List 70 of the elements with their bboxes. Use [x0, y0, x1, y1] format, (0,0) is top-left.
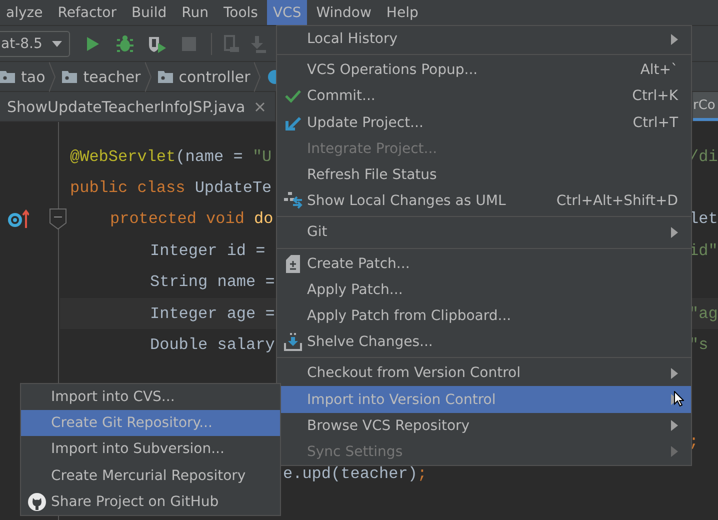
close-icon[interactable]: [255, 102, 266, 112]
menu-item[interactable]: Create Mercurial Repository: [21, 462, 280, 489]
code-fragment: let: [689, 210, 718, 228]
breadcrumb-item[interactable]: controller: [158, 68, 254, 86]
shortcut-label: Alt+`: [640, 62, 678, 78]
menu-item[interactable]: Share Project on GitHub: [21, 488, 280, 515]
menu-bar-item[interactable]: Help: [380, 0, 424, 25]
document-plus-icon: [286, 254, 300, 273]
code-line: e.upd(teacher);: [283, 464, 428, 483]
menu-item[interactable]: Create Patch...: [277, 250, 691, 277]
chevron-icon: [49, 62, 56, 92]
breadcrumb-item[interactable]: teacher: [62, 68, 145, 86]
menu-item[interactable]: Shelve Changes...: [277, 329, 691, 356]
diagonal-arrow-icon: [285, 114, 301, 131]
chevron-icon: [254, 62, 262, 92]
menu-item[interactable]: Browse VCS Repository: [277, 412, 691, 439]
chevron-icon: [144, 62, 152, 92]
menu-item[interactable]: Show Local Changes as UML Ctrl+Alt+Shift+D: [277, 188, 691, 214]
folder-icon: [158, 70, 173, 82]
menu-bar-item[interactable]: alyze: [0, 0, 49, 25]
menu-item[interactable]: Local History: [277, 26, 691, 52]
submenu-arrow-icon: [671, 226, 678, 238]
menu-bar-item[interactable]: Build: [125, 0, 173, 25]
menu-item[interactable]: Apply Patch from Clipboard...: [277, 302, 691, 330]
menu-bar-item[interactable]: Tools: [217, 0, 264, 25]
menu-item[interactable]: Import into CVS...: [21, 384, 280, 410]
menu-item[interactable]: Commit... Ctrl+K: [277, 83, 691, 110]
shortcut-label: Ctrl+K: [632, 88, 678, 104]
menu-item[interactable]: Update Project... Ctrl+T: [277, 110, 691, 136]
breadcrumb-item[interactable]: tao: [0, 68, 50, 86]
code-line: String name =: [150, 273, 275, 292]
menu-item[interactable]: Refresh File Status: [277, 162, 691, 188]
code-line: protected void do: [110, 210, 274, 228]
run-icon[interactable]: [86, 36, 100, 52]
menu-item[interactable]: Checkout from Version Control: [277, 360, 691, 386]
submenu-arrow-icon: [671, 420, 678, 432]
editor-tab[interactable]: rCo: [693, 92, 718, 121]
submenu-arrow-icon: [671, 446, 678, 458]
tray-download-icon: [284, 333, 302, 352]
code-fragment: "ag: [689, 304, 718, 323]
code-line: Double salary: [150, 336, 275, 354]
submenu-arrow-icon: [671, 368, 678, 379]
mouse-pointer-icon: [674, 391, 684, 407]
menu-item[interactable]: VCS Operations Popup... Alt+`: [277, 57, 691, 84]
cat-logo-icon: [28, 492, 46, 511]
shortcut-label: Ctrl+Alt+Shift+D: [556, 193, 678, 210]
bug-icon[interactable]: [116, 34, 134, 52]
code-fragment: /di: [689, 148, 718, 166]
menu-item[interactable]: Git: [277, 219, 691, 246]
menu-bar-item[interactable]: Refactor: [52, 0, 122, 25]
submenu-arrow-icon: [671, 34, 678, 45]
code-line: public class UpdateTe: [70, 179, 272, 198]
menu-bar-item[interactable]: Run: [176, 0, 214, 25]
circle-up-arrow-icon[interactable]: [7, 208, 29, 229]
fold-marker-icon[interactable]: [49, 208, 67, 230]
check-icon: [285, 89, 301, 104]
shield-play-icon[interactable]: [147, 34, 168, 52]
folder-icon: [62, 70, 78, 82]
caret-icon: [52, 40, 62, 46]
shortcut-label: Ctrl+T: [632, 114, 678, 131]
menu-item[interactable]: Import into Subversion...: [21, 436, 280, 463]
code-line: Integer age =: [150, 304, 275, 323]
code-line: Integer id =: [150, 242, 266, 260]
diagram-arrows-icon: [283, 191, 303, 212]
menu-item[interactable]: Apply Patch...: [277, 276, 691, 303]
code-fragment: id": [689, 242, 718, 260]
run-config-dropdown[interactable]: at-8.5: [0, 30, 70, 56]
code-fragment: ;: [689, 433, 699, 452]
code-line: @WebServlet(name = "U: [70, 148, 272, 166]
menu-bar-item[interactable]: Window: [310, 0, 378, 25]
